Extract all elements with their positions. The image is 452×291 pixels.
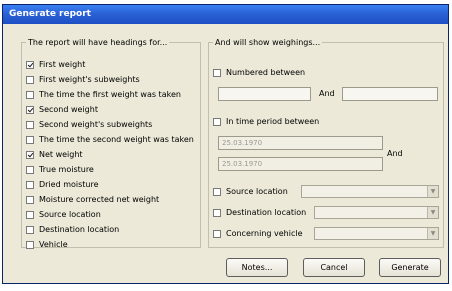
heading-option[interactable]: The time the first weight was taken — [26, 89, 181, 100]
heading-checkbox[interactable] — [26, 105, 34, 114]
weighings-group: And will show weighings... Numbered betw… — [208, 38, 444, 248]
numbered-from-input[interactable] — [218, 87, 311, 101]
heading-option[interactable]: Second weight's subweights — [26, 119, 152, 130]
cancel-button[interactable]: Cancel — [303, 258, 365, 277]
heading-label: First weight's subweights — [39, 75, 140, 84]
destination-location-label: Destination location — [226, 208, 307, 217]
window-title: Generate report — [3, 5, 448, 24]
heading-option[interactable]: Second weight — [26, 104, 98, 115]
heading-option[interactable]: Net weight — [26, 149, 83, 160]
concerning-vehicle-select[interactable]: ▼ — [314, 227, 439, 240]
destination-location-option[interactable]: Destination location — [213, 207, 306, 218]
numbered-to-input[interactable] — [342, 87, 438, 101]
heading-checkbox[interactable] — [26, 210, 34, 219]
time-period-and-label: And — [387, 149, 403, 158]
numbered-between-label: Numbered between — [226, 68, 306, 77]
time-period-checkbox[interactable] — [213, 117, 221, 126]
source-location-label: Source location — [226, 187, 288, 196]
headings-legend: The report will have headings for... — [28, 38, 168, 47]
numbered-between-option[interactable]: Numbered between — [213, 67, 305, 78]
heading-label: True moisture — [39, 165, 94, 174]
headings-group: The report will have headings for... Fir… — [21, 38, 201, 250]
time-period-to-input[interactable]: 25.03.1970 — [218, 157, 383, 171]
heading-label: Vehicle — [39, 240, 68, 249]
heading-label: Second weight's subweights — [39, 120, 153, 129]
chevron-down-icon[interactable]: ▼ — [427, 207, 438, 218]
heading-label: First weight — [39, 60, 86, 69]
time-period-from-input[interactable]: 25.03.1970 — [218, 136, 383, 150]
numbered-between-checkbox[interactable] — [213, 68, 221, 77]
heading-checkbox[interactable] — [26, 150, 34, 159]
concerning-vehicle-checkbox[interactable] — [213, 229, 221, 238]
heading-checkbox[interactable] — [26, 240, 34, 249]
heading-option[interactable]: The time the second weight was taken — [26, 134, 194, 145]
notes-button[interactable]: Notes... — [226, 258, 288, 277]
heading-option[interactable]: Source location — [26, 209, 101, 220]
heading-label: Source location — [39, 210, 101, 219]
heading-option[interactable]: True moisture — [26, 164, 94, 175]
heading-checkbox[interactable] — [26, 195, 34, 204]
source-location-select[interactable]: ▼ — [301, 185, 439, 198]
time-period-label: In time period between — [226, 117, 320, 126]
heading-option[interactable]: Moisture corrected net weight — [26, 194, 159, 205]
heading-option[interactable]: First weight — [26, 59, 85, 70]
heading-checkbox[interactable] — [26, 90, 34, 99]
heading-label: The time the first weight was taken — [39, 90, 181, 99]
destination-location-select[interactable]: ▼ — [314, 206, 439, 219]
numbered-and-label: And — [319, 89, 335, 98]
generate-button[interactable]: Generate — [379, 258, 441, 277]
concerning-vehicle-label: Concerning vehicle — [226, 229, 303, 238]
heading-option[interactable]: First weight's subweights — [26, 74, 140, 85]
heading-checkbox[interactable] — [26, 225, 34, 234]
heading-label: Second weight — [39, 105, 98, 114]
chevron-down-icon[interactable]: ▼ — [427, 186, 438, 197]
heading-option[interactable]: Vehicle — [26, 239, 68, 250]
heading-checkbox[interactable] — [26, 180, 34, 189]
heading-checkbox[interactable] — [26, 135, 34, 144]
heading-checkbox[interactable] — [26, 75, 34, 84]
destination-location-checkbox[interactable] — [213, 208, 221, 217]
heading-checkbox[interactable] — [26, 165, 34, 174]
heading-checkbox[interactable] — [26, 60, 34, 69]
heading-label: Net weight — [39, 150, 83, 159]
heading-label: Destination location — [39, 225, 120, 234]
weighings-legend: And will show weighings... — [215, 38, 321, 47]
heading-option[interactable]: Destination location — [26, 224, 119, 235]
heading-label: Moisture corrected net weight — [39, 195, 160, 204]
source-location-checkbox[interactable] — [213, 187, 221, 196]
generate-report-dialog: Generate report The report will have hea… — [2, 4, 449, 284]
chevron-down-icon[interactable]: ▼ — [427, 228, 438, 239]
heading-option[interactable]: Dried moisture — [26, 179, 99, 190]
heading-label: The time the second weight was taken — [39, 135, 194, 144]
concerning-vehicle-option[interactable]: Concerning vehicle — [213, 228, 303, 239]
time-period-option[interactable]: In time period between — [213, 116, 319, 127]
heading-label: Dried moisture — [39, 180, 99, 189]
source-location-option[interactable]: Source location — [213, 186, 288, 197]
heading-checkbox[interactable] — [26, 120, 34, 129]
